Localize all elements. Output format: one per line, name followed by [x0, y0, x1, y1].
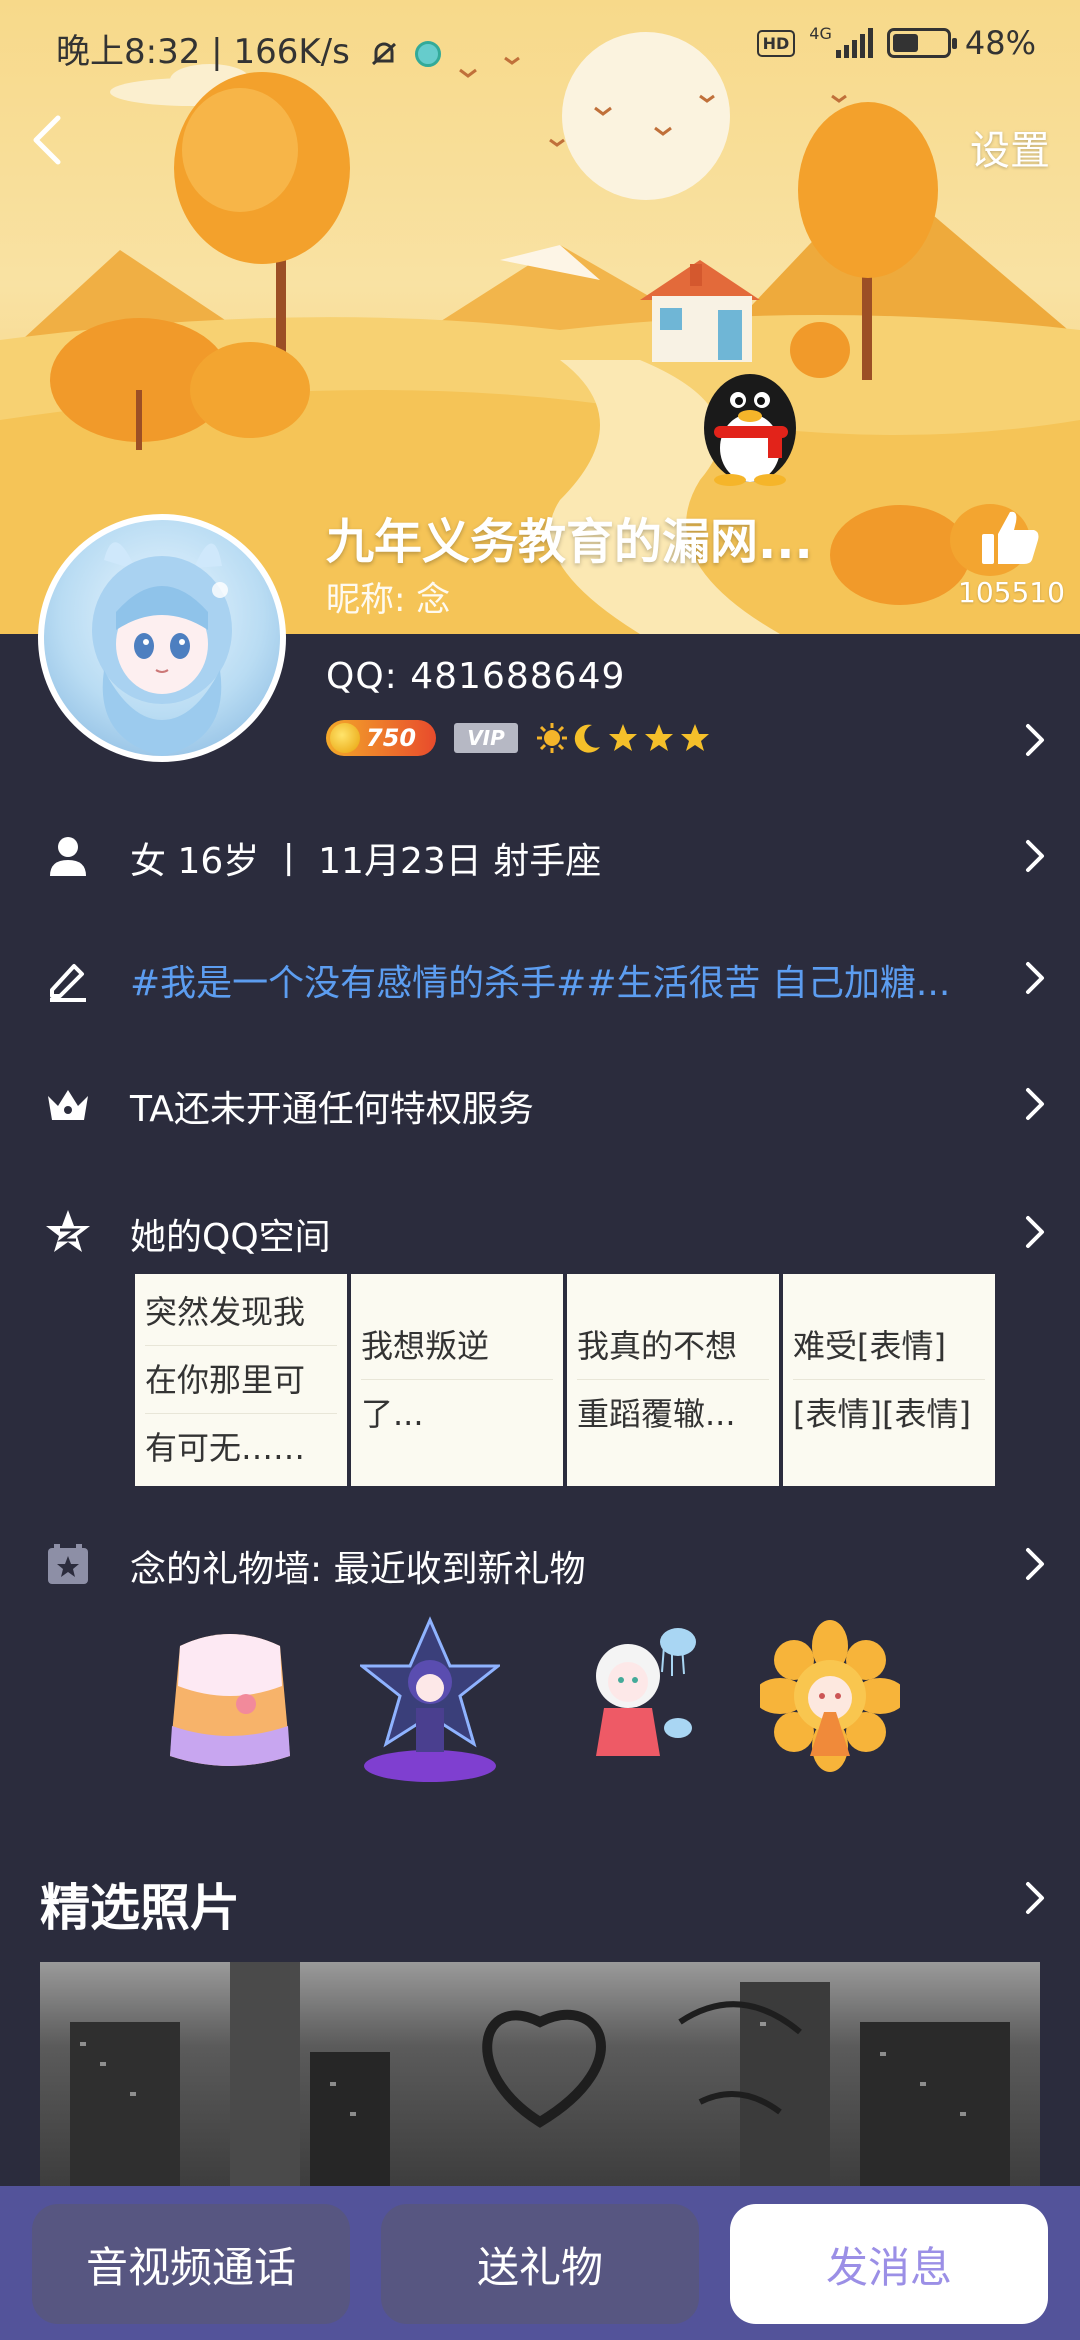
post-line: 我真的不想 — [577, 1312, 769, 1380]
city-heart-photo — [70, 1962, 1010, 2202]
avatar[interactable] — [38, 514, 286, 762]
signal-strength-icon — [835, 28, 873, 58]
av-call-button[interactable]: 音视频通话 — [32, 2204, 350, 2324]
sun-level-icon — [537, 723, 567, 753]
gift-list — [160, 1616, 900, 1786]
star-level-icon — [681, 724, 709, 751]
battery-icon — [886, 28, 957, 58]
moon-level-icon — [574, 724, 600, 753]
gift-box-icon — [48, 1544, 88, 1584]
chevron-right-icon[interactable] — [1020, 1880, 1048, 1916]
flower-girl-gift[interactable] — [760, 1616, 900, 1786]
qzone-post-card[interactable]: 难受[表情] [表情][表情] — [783, 1274, 995, 1486]
featured-photo[interactable] — [40, 1962, 1040, 2202]
thumbs-up-icon — [982, 511, 1039, 564]
like-button[interactable]: 105510 — [958, 508, 1065, 609]
qzone-star-icon — [46, 1210, 90, 1252]
qq-level-icons — [536, 722, 710, 754]
gift-wall-row[interactable]: 念的礼物墙: 最近收到新礼物 — [0, 1512, 1080, 1612]
post-line: 我想叛逆 — [361, 1312, 553, 1380]
chevron-right-icon — [1026, 1216, 1044, 1248]
post-line: 有可无…… — [145, 1429, 306, 1467]
post-line: 在你那里可 — [145, 1346, 337, 1414]
status-time: 晚上8:32 — [56, 32, 201, 72]
crown-icon — [48, 1090, 88, 1120]
jelly-cake-gift[interactable] — [160, 1616, 300, 1786]
chevron-right-icon — [1026, 840, 1044, 872]
nickname-label: 昵称: 念 — [326, 580, 451, 620]
qzone-post-card[interactable]: 突然发现我 在你那里可 有可无…… — [135, 1274, 347, 1486]
chevron-right-icon[interactable] — [1020, 722, 1048, 758]
app-notification-icon — [415, 40, 442, 67]
star-level-icon — [645, 724, 673, 751]
settings-button[interactable]: 设置 — [970, 118, 1050, 176]
post-line: [表情][表情] — [793, 1395, 971, 1433]
post-line: 突然发现我 — [145, 1278, 337, 1346]
battery-percent: 48% — [964, 24, 1036, 62]
star-level-icon — [609, 724, 637, 751]
signature-row[interactable]: #我是一个没有感情的杀手##生活很苦 自己加糖... — [0, 926, 1080, 1026]
profile-title: 九年义务教育的漏网... — [326, 514, 813, 570]
starry-girl-gift[interactable] — [360, 1616, 500, 1786]
network-type: 4G — [809, 24, 832, 43]
level-value: 750 — [366, 724, 417, 752]
muted-bell-icon — [371, 42, 396, 65]
like-count: 105510 — [958, 576, 1065, 609]
bottom-action-bar: 音视频通话 送礼物 发消息 — [0, 2186, 1080, 2340]
hd-badge: HD — [756, 29, 796, 57]
qq-number: QQ: 481688649 — [326, 656, 626, 697]
gift-wall-label: 念的礼物墙: 最近收到新礼物 — [130, 1549, 586, 1590]
vip-badge: VIP — [454, 723, 518, 753]
send-gift-button[interactable]: 送礼物 — [381, 2204, 699, 2324]
coin-icon — [330, 723, 360, 753]
back-arrow-icon[interactable] — [24, 110, 68, 170]
status-divider: | — [211, 32, 234, 72]
level-badges[interactable]: 750 VIP — [326, 720, 710, 756]
privilege-row[interactable]: TA还未开通任何特权服务 — [0, 1052, 1080, 1152]
anime-girl-avatar-image — [92, 542, 232, 756]
status-net-speed: 166K/s — [233, 32, 350, 72]
send-message-button[interactable]: 发消息 — [730, 2204, 1048, 2324]
level-badge: 750 — [326, 720, 436, 756]
house-illustration — [640, 260, 760, 362]
qzone-posts: 突然发现我 在你那里可 有可无…… 我想叛逆 了... 我真的不想 重蹈覆辙..… — [135, 1274, 995, 1486]
person-icon — [50, 837, 86, 876]
post-line: 重蹈覆辙... — [577, 1395, 736, 1433]
pencil-icon — [50, 964, 86, 1002]
qzone-post-card[interactable]: 我真的不想 重蹈覆辙... — [567, 1274, 779, 1486]
status-bar: 晚上8:32 | 166K/s HD 4G 48% — [0, 0, 1080, 96]
signature-text: #我是一个没有感情的杀手##生活很苦 自己加糖... — [130, 963, 951, 1004]
qzone-label: 她的QQ空间 — [130, 1217, 331, 1258]
battery-fill — [892, 34, 918, 52]
chevron-right-icon — [1026, 1088, 1044, 1120]
qzone-post-card[interactable]: 我想叛逆 了... — [351, 1274, 563, 1486]
chevron-right-icon — [1026, 962, 1044, 994]
jellyfish-girl-gift[interactable] — [560, 1616, 700, 1786]
post-line: 难受[表情] — [793, 1312, 985, 1380]
featured-photos-heading: 精选照片 — [40, 1879, 240, 1937]
basic-info-row[interactable]: 女 16岁 丨 11月23日 射手座 — [0, 804, 1080, 904]
basic-info-text: 女 16岁 丨 11月23日 射手座 — [130, 841, 602, 882]
privilege-text: TA还未开通任何特权服务 — [130, 1089, 534, 1130]
chevron-right-icon — [1026, 1548, 1044, 1580]
post-line: 了... — [361, 1395, 424, 1433]
qzone-row[interactable]: 她的QQ空间 — [0, 1180, 1080, 1280]
